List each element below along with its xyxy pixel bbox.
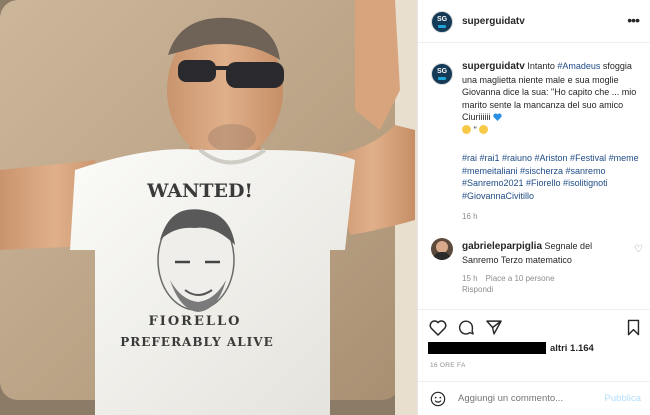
avatar-initials: SG: [436, 16, 448, 23]
avatar-accent: [438, 25, 446, 28]
commenter-avatar[interactable]: [431, 238, 453, 260]
more-horizontal-icon[interactable]: •••: [627, 12, 640, 28]
publish-button[interactable]: Pubblica: [605, 393, 641, 404]
comment-username[interactable]: gabrieleparpiglia: [462, 241, 542, 252]
share-send-icon[interactable]: [485, 319, 503, 336]
like-heart-icon[interactable]: [429, 319, 447, 336]
caption-intro: Intanto: [527, 61, 558, 71]
caption-avatar[interactable]: SG: [431, 63, 453, 85]
caption-time: 16 h: [462, 212, 478, 221]
account-avatar[interactable]: SG: [431, 11, 453, 33]
likes-summary[interactable]: altri 1.164: [428, 342, 608, 356]
action-bar: [418, 309, 650, 343]
comment-reply-button[interactable]: Rispondi: [462, 285, 493, 294]
emoji-smile-icon[interactable]: [430, 391, 446, 407]
comment-likes[interactable]: Piace a 10 persone: [486, 274, 555, 283]
caption-username[interactable]: superguidatv: [462, 61, 525, 72]
caption-tag-amadeus[interactable]: #Amadeus: [557, 61, 600, 71]
photo-illustration: WANTED! FIORELLO PREFERABLY ALIVE: [0, 0, 417, 415]
bookmark-icon[interactable]: [626, 319, 641, 336]
grinning-sweat-face-icon: [462, 124, 471, 134]
comment-like-heart-icon[interactable]: ♡: [634, 244, 643, 255]
avatar-accent: [438, 77, 446, 80]
comment-meta: 15 h Piace a 10 persone: [462, 274, 563, 283]
header-username[interactable]: superguidatv: [462, 16, 525, 27]
caption-text: superguidatv Intanto #Amadeus sfoggia un…: [462, 60, 640, 136]
post-photo[interactable]: WANTED! FIORELLO PREFERABLY ALIVE: [0, 0, 417, 415]
avatar-body: [433, 252, 451, 260]
add-comment-input[interactable]: [458, 393, 598, 404]
shirt-text-alive: PREFERABLY ALIVE: [120, 335, 273, 349]
comment-bubble-icon[interactable]: [457, 319, 475, 336]
add-comment-bar: Pubblica: [418, 381, 650, 415]
likes-count[interactable]: altri 1.164: [550, 343, 594, 354]
redaction-bar: [428, 342, 546, 354]
blue-heart-icon: [493, 113, 502, 121]
grinning-sweat-face-icon: [479, 124, 489, 134]
comment-text: gabrieleparpiglia Segnale del Sanremo Te…: [462, 240, 622, 266]
shirt-text-fiorello: FIORELLO: [149, 314, 242, 329]
comment-time: 15 h: [462, 274, 478, 283]
shirt-text-wanted: WANTED!: [146, 180, 253, 202]
caption-tail: ": [471, 124, 477, 135]
post-header: SG superguidatv •••: [418, 0, 650, 43]
avatar-initials: SG: [436, 68, 448, 75]
post-timestamp: 16 ORE FA: [430, 362, 466, 369]
caption-hashtags[interactable]: #rai #rai1 #raiuno #Ariston #Festival #m…: [462, 152, 640, 202]
post-side-panel: SG superguidatv ••• SG superguidatv Inta…: [417, 0, 650, 415]
